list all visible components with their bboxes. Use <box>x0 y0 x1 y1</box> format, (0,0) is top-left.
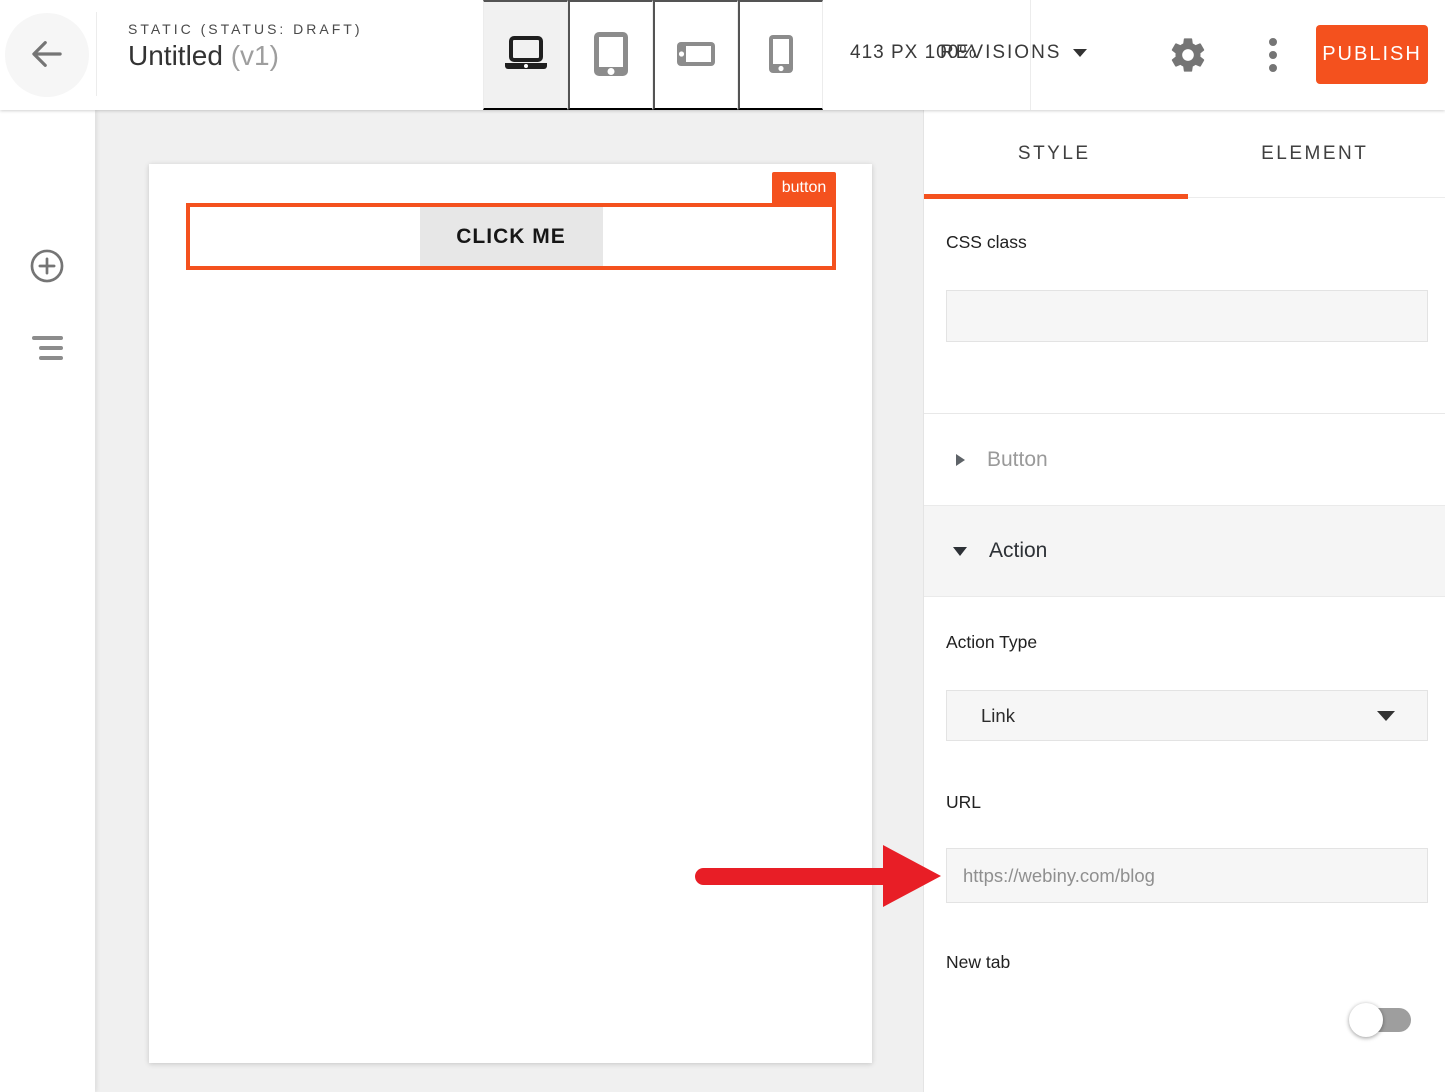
page-status-label: STATIC (STATUS: DRAFT) <box>128 21 363 37</box>
new-tab-label: New tab <box>946 952 1010 973</box>
kebab-menu-icon <box>1258 38 1288 72</box>
publish-button[interactable]: PUBLISH <box>1316 25 1428 84</box>
chevron-right-icon <box>956 454 965 466</box>
section-action-header[interactable]: Action <box>924 505 1445 597</box>
device-tablet-button[interactable] <box>568 0 653 110</box>
revisions-dropdown[interactable]: REVISIONS <box>940 42 1087 64</box>
page-title: Untitled (v1) <box>128 40 363 72</box>
selected-element-tag: button <box>772 172 836 203</box>
gear-icon <box>1168 63 1208 78</box>
url-input[interactable] <box>946 848 1428 903</box>
settings-button[interactable] <box>1168 35 1208 75</box>
css-class-label: CSS class <box>946 232 1027 253</box>
page-builder-app: STATIC (STATUS: DRAFT) Untitled (v1) <box>0 0 1445 1092</box>
toggle-thumb <box>1349 1003 1383 1037</box>
element-settings-panel: STYLE ELEMENT CSS class Button Action Ac… <box>923 110 1445 1092</box>
chevron-down-icon <box>953 547 967 556</box>
device-desktop-button[interactable] <box>483 0 568 110</box>
page-version: (v1) <box>231 40 279 71</box>
action-type-label: Action Type <box>946 632 1037 653</box>
device-preview-bar <box>483 0 823 110</box>
back-button[interactable] <box>5 13 89 97</box>
section-button-title: Button <box>987 448 1048 472</box>
page-title-block: STATIC (STATUS: DRAFT) Untitled (v1) <box>128 21 363 72</box>
more-options-button[interactable] <box>1258 30 1288 80</box>
canvas-button-element[interactable]: CLICK ME <box>420 207 603 266</box>
chevron-down-icon <box>1073 49 1087 57</box>
device-mobile-landscape-button[interactable] <box>653 0 738 110</box>
new-tab-toggle[interactable] <box>1353 1008 1411 1032</box>
laptop-icon <box>502 35 550 76</box>
tab-style[interactable]: STYLE <box>924 110 1185 197</box>
action-type-select[interactable]: Link <box>946 690 1428 741</box>
viewport-info-zone: 413 PX 100% REVISIONS <box>823 0 1031 110</box>
top-bar: STATIC (STATUS: DRAFT) Untitled (v1) <box>0 0 1445 110</box>
tablet-icon <box>593 31 629 80</box>
section-button-header[interactable]: Button <box>924 414 1445 505</box>
element-selection-outline[interactable]: CLICK ME <box>186 203 836 270</box>
header-divider <box>96 12 97 96</box>
css-class-input[interactable] <box>946 290 1428 342</box>
device-mobile-portrait-button[interactable] <box>738 0 823 110</box>
phone-landscape-icon <box>676 41 716 70</box>
add-element-button[interactable] <box>28 247 66 285</box>
action-type-value: Link <box>981 705 1015 727</box>
tab-element[interactable]: ELEMENT <box>1185 110 1445 197</box>
page-document[interactable]: button CLICK ME <box>149 164 872 1063</box>
panel-tab-bar: STYLE ELEMENT <box>924 110 1445 198</box>
editor-canvas: button CLICK ME <box>95 110 923 1092</box>
left-toolbar <box>0 110 95 1092</box>
navigator-button[interactable] <box>32 336 63 364</box>
active-tab-indicator <box>924 194 1188 199</box>
chevron-down-icon <box>1377 711 1395 721</box>
url-label: URL <box>946 792 981 813</box>
plus-circle-icon <box>28 273 66 288</box>
section-action-title: Action <box>989 539 1047 563</box>
phone-portrait-icon <box>768 34 794 77</box>
arrow-left-icon <box>26 33 68 78</box>
list-lines-icon <box>32 336 63 360</box>
